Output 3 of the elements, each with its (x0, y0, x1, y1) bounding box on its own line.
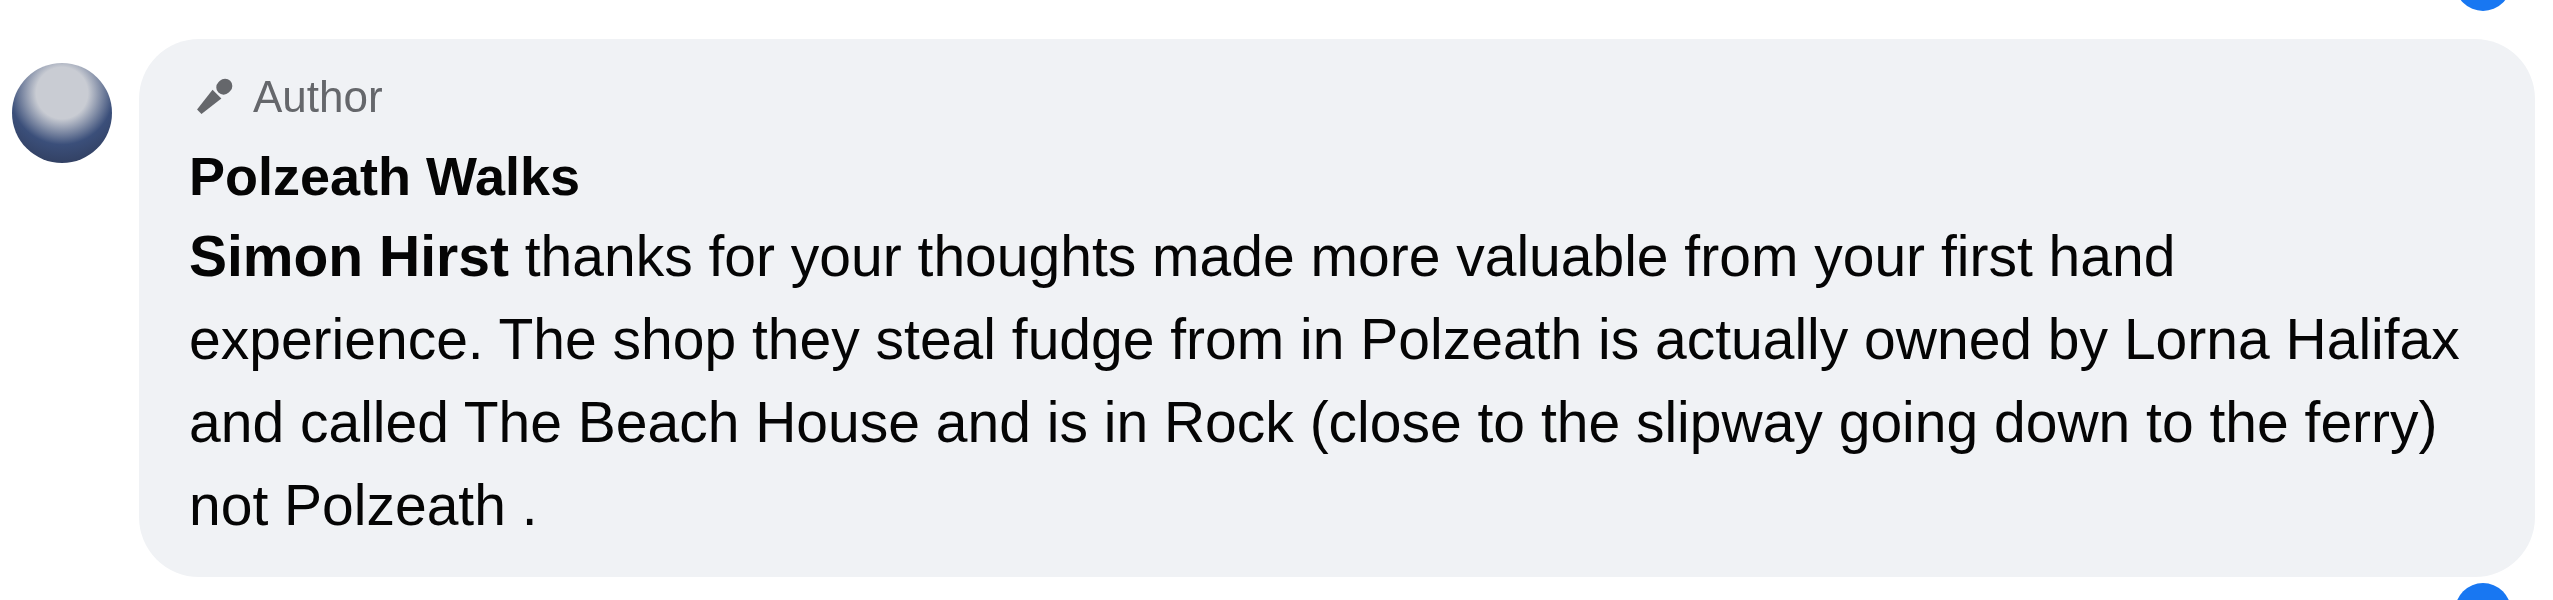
comment-text: Simon Hirst thanks for your thoughts made more valuable from your first hand experience. The shop they steal fudge from in Polzeath is actually owned by Lorna Halifax and called The Beach House and is in Rock (close to the slipway going down to the ferry) not Polzeath . (189, 223, 2461, 539)
author-name[interactable]: Polzeath Walks (189, 137, 2485, 215)
author-label: Author (253, 72, 383, 122)
